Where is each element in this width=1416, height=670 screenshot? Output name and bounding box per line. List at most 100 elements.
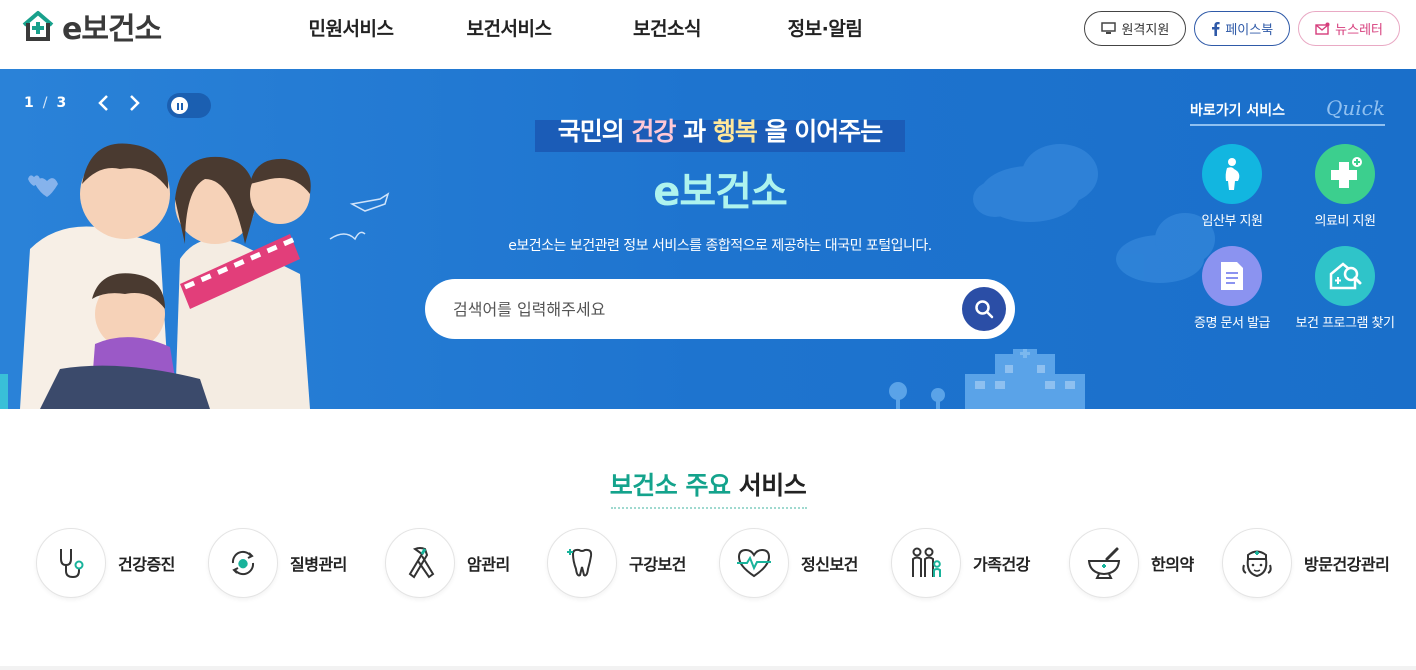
house-search-icon	[1329, 262, 1362, 290]
newsletter-label: 뉴스레터	[1335, 23, 1383, 38]
service-cancer-care-circle	[385, 528, 455, 598]
utility-links: 원격지원 페이스북 뉴스레터	[1084, 11, 1400, 46]
facebook-button[interactable]: 페이스북	[1194, 11, 1291, 46]
slide-total: 3	[56, 95, 67, 111]
main-nav: 민원서비스 보건서비스 보건소식 정보·알림	[272, 14, 904, 41]
service-mental-health-circle	[719, 528, 789, 598]
service-oral-health[interactable]: 구강보건	[547, 528, 686, 598]
mail-icon	[1315, 22, 1330, 35]
service-mental-health-label: 정신보건	[801, 555, 858, 574]
service-family-health-label: 가족건강	[973, 555, 1030, 574]
service-mental-health[interactable]: 정신보건	[719, 528, 858, 598]
service-disease-control[interactable]: 질병관리	[208, 528, 347, 598]
quick-item-medical-cost[interactable]: 의료비 지원	[1290, 144, 1400, 229]
quick-item-certificate[interactable]: 증명 문서 발급	[1177, 246, 1287, 331]
slide-next-button[interactable]	[124, 93, 144, 113]
remote-support-button[interactable]: 원격지원	[1084, 11, 1187, 46]
hero-title-pre: 국민의	[557, 117, 632, 146]
services-title: 보건소 주요 서비스	[0, 466, 1416, 502]
services-title-rest: 서비스	[730, 471, 807, 500]
hero-title-keyword-happiness: 행복	[712, 117, 758, 146]
chevron-right-icon	[130, 95, 140, 111]
service-korean-medicine-circle	[1069, 528, 1139, 598]
service-home-visit[interactable]: 방문건강관리	[1222, 528, 1390, 598]
services-list: 건강증진 질병관리 암관리 구강보건 정신보건 가족건강 한의약 방문건강관리	[0, 528, 1416, 600]
service-korean-medicine[interactable]: 한의약	[1069, 528, 1194, 598]
quick-item-medical-cost-label: 의료비 지원	[1314, 214, 1376, 229]
quick-item-program-search-circle	[1315, 246, 1375, 306]
quick-links-title: 바로가기 서비스	[1190, 103, 1286, 119]
hero-banner: 1 / 3 국민의 건강 과 행복 을 이어주는 e보건소 e보건소는 보건관련…	[0, 69, 1416, 409]
search-button[interactable]	[962, 287, 1006, 331]
nav-item-info[interactable]: 정보·알림	[746, 14, 904, 41]
service-oral-health-circle	[547, 528, 617, 598]
tooth-icon	[567, 548, 593, 577]
hero-title-post: 을 이어주는	[756, 117, 884, 146]
search-icon	[975, 300, 994, 319]
service-health-promotion[interactable]: 건강증진	[36, 528, 175, 598]
quick-item-program-search-label: 보건 프로그램 찾기	[1295, 316, 1395, 331]
services-title-highlight: 보건소 주요	[609, 471, 731, 500]
quick-item-certificate-circle	[1202, 246, 1262, 306]
quick-item-medical-cost-circle	[1315, 144, 1375, 204]
services-title-underline	[611, 507, 807, 509]
chevron-left-icon	[98, 95, 108, 111]
service-home-visit-circle	[1222, 528, 1292, 598]
service-family-health[interactable]: 가족건강	[891, 528, 1030, 598]
facebook-label: 페이스북	[1225, 23, 1274, 38]
service-oral-health-label: 구강보건	[629, 555, 686, 574]
section-divider	[0, 666, 1416, 670]
slide-current: 1	[24, 95, 34, 111]
quick-item-pregnancy-circle	[1202, 144, 1262, 204]
logo-text: e보건소	[62, 12, 162, 47]
hero-title-keyword-health: 건강	[631, 117, 676, 146]
nav-item-civil-service[interactable]: 민원서비스	[272, 14, 430, 41]
remote-support-label: 원격지원	[1121, 23, 1170, 38]
search-input[interactable]	[453, 293, 943, 325]
service-family-health-circle	[891, 528, 961, 598]
service-home-visit-label: 방문건강관리	[1304, 555, 1390, 574]
facebook-icon	[1212, 22, 1220, 36]
newsletter-button[interactable]: 뉴스레터	[1298, 11, 1400, 46]
house-plus-icon	[22, 11, 54, 41]
quick-links-script: Quick	[1326, 96, 1385, 120]
service-korean-medicine-label: 한의약	[1151, 555, 1194, 574]
service-disease-control-circle	[208, 528, 278, 598]
quick-item-program-search[interactable]: 보건 프로그램 찾기	[1290, 246, 1400, 331]
service-health-promotion-label: 건강증진	[118, 555, 175, 574]
pregnant-icon	[1225, 158, 1240, 190]
family-icon	[912, 547, 941, 577]
hero-subtitle: e보건소는 보건관련 정보 서비스를 종합적으로 제공하는 대국민 포털입니다.	[508, 238, 932, 254]
monitor-icon	[1101, 22, 1117, 34]
nurse-icon	[1242, 550, 1272, 578]
quick-item-pregnancy[interactable]: 임산부 지원	[1177, 144, 1287, 229]
quick-item-pregnancy-label: 임산부 지원	[1201, 214, 1263, 229]
quick-links: 바로가기 서비스 Quick 임산부 지원 의료비 지원 증명 문서 발급 보건…	[1190, 96, 1395, 331]
service-health-promotion-circle	[36, 528, 106, 598]
slide-pause-toggle[interactable]	[167, 93, 211, 118]
hero-title-mid: 과	[675, 117, 713, 146]
service-cancer-care[interactable]: 암관리	[385, 528, 510, 598]
site-logo[interactable]: e보건소	[20, 8, 162, 47]
pill-cycle-icon	[231, 550, 255, 576]
nav-item-health-service[interactable]: 보건서비스	[430, 14, 588, 41]
service-disease-control-label: 질병관리	[290, 555, 347, 574]
slide-prev-button[interactable]	[94, 93, 114, 113]
slide-separator: /	[42, 95, 48, 111]
site-header: e보건소 민원서비스 보건서비스 보건소식 정보·알림 원격지원 페이스북 뉴스…	[0, 0, 1416, 69]
medical-cross-icon	[1331, 157, 1362, 188]
document-icon	[1221, 262, 1243, 290]
service-cancer-care-label: 암관리	[467, 555, 510, 574]
mortar-icon	[1087, 547, 1121, 579]
ribbon-icon	[408, 547, 435, 579]
search-bar	[425, 279, 1015, 339]
stethoscope-icon	[60, 549, 84, 579]
nav-item-health-news[interactable]: 보건소식	[588, 14, 746, 41]
quick-item-certificate-label: 증명 문서 발급	[1193, 316, 1271, 331]
hero-title-text: 국민의 건강 과 행복 을 이어주는	[535, 112, 905, 152]
slide-pager: 1 / 3	[24, 95, 66, 111]
quick-links-header: 바로가기 서비스 Quick	[1190, 96, 1385, 126]
pause-icon	[169, 95, 190, 116]
hero-title: 국민의 건강 과 행복 을 이어주는	[535, 112, 905, 152]
hero-brand: e보건소	[653, 169, 788, 215]
